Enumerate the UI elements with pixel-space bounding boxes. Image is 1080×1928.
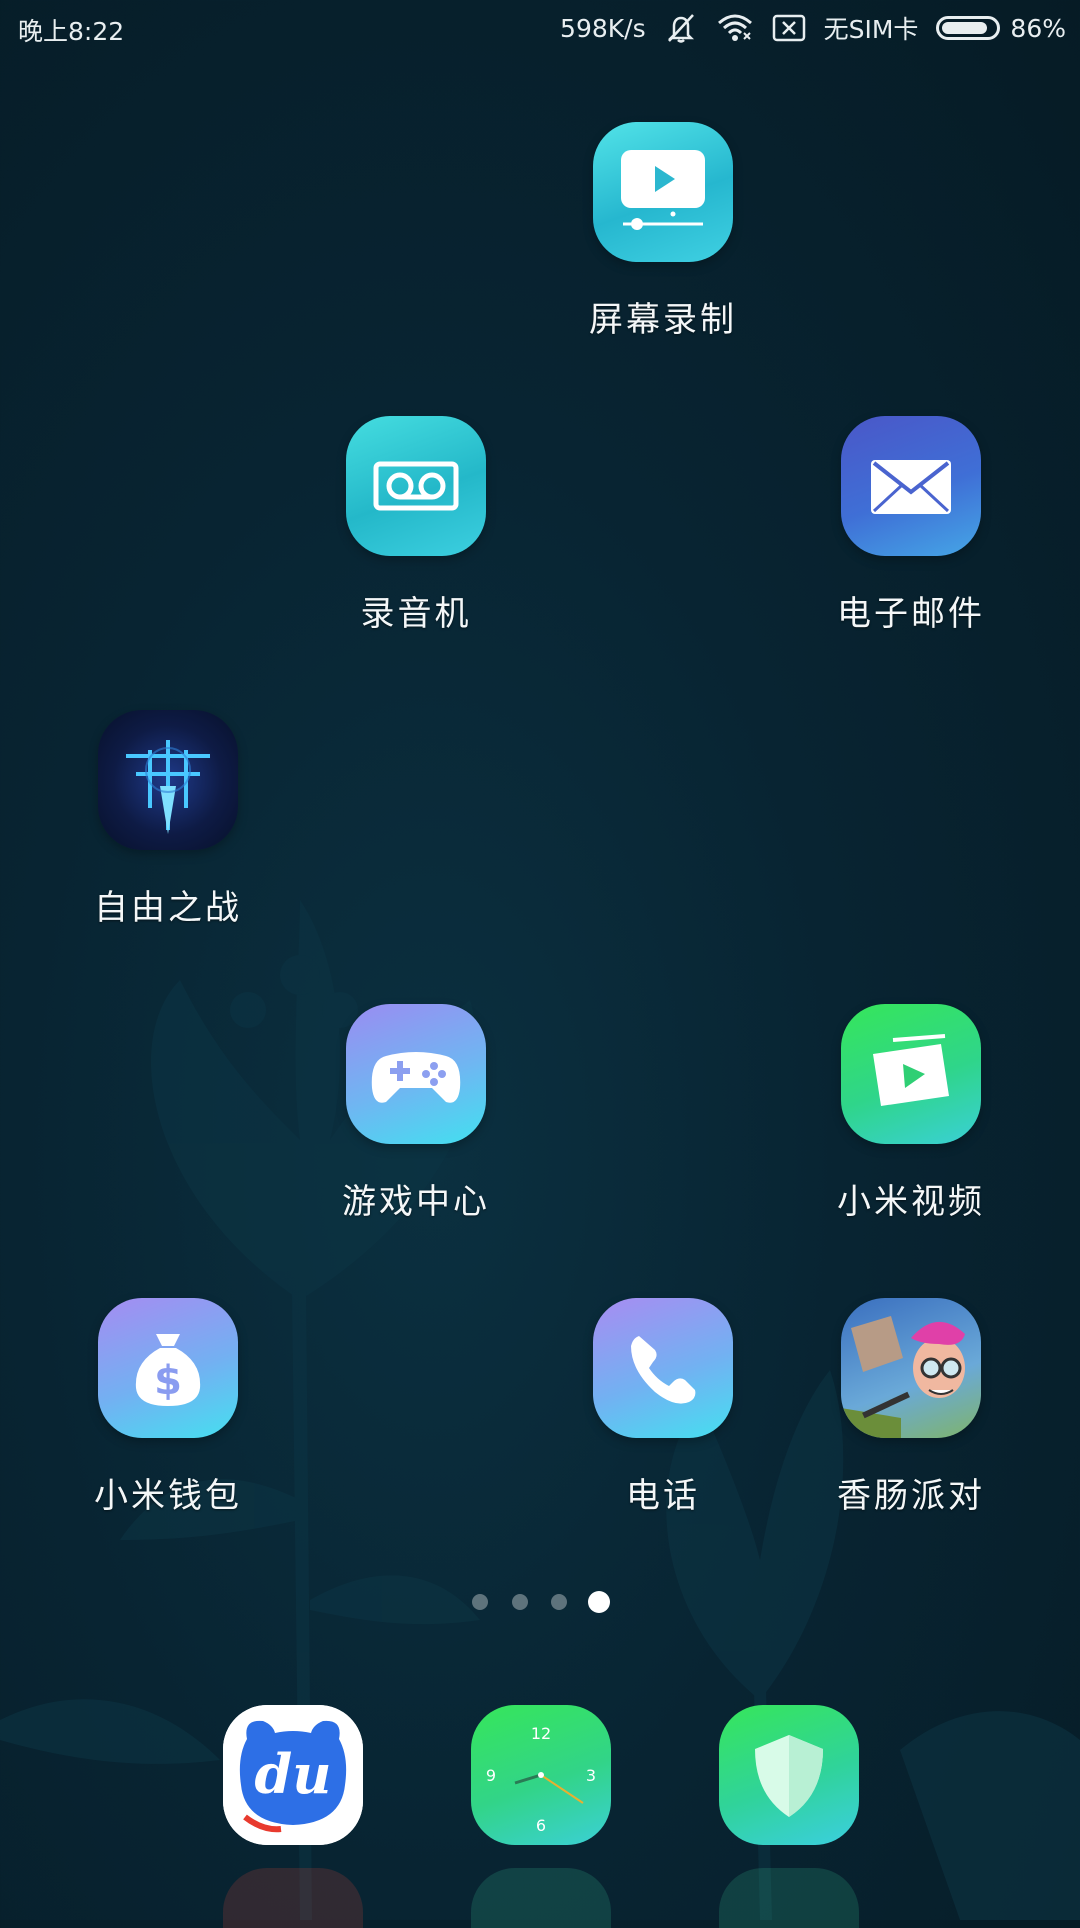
baidu-app-icon: du [223,1705,363,1845]
page-dot[interactable] [512,1594,528,1610]
app-label: 录音机 [360,594,472,634]
baidu-logo-text: du [254,1742,331,1806]
app-label: 小米视频 [837,1182,985,1222]
dock-baidu-app[interactable]: du [223,1705,363,1845]
security-shield-icon [755,1735,823,1817]
wifi-icon [716,13,754,43]
app-phone[interactable]: 电话 [563,1298,763,1517]
app-label: 游戏中心 [342,1182,490,1222]
game-sword-emblem-icon [98,710,238,850]
battery-icon [936,16,1001,40]
screen-record-icon [593,122,733,262]
network-speed: 598K/s [560,13,646,43]
clock-icon: 12 3 6 9 [486,1724,596,1835]
app-screen-record[interactable]: 屏幕录制 [563,122,763,341]
voicemail-tape-icon [346,416,486,556]
gamepad-icon [346,1004,486,1144]
app-sausage-party[interactable]: 香肠派对 [811,1298,1011,1517]
app-recorder[interactable]: 录音机 [316,416,516,635]
battery-indicator: 86% [936,14,1066,43]
battery-percent: 86% [1010,13,1066,43]
dock-reflection [471,1868,611,1928]
sim-status: 无SIM卡 [823,15,919,44]
cartoon-character-icon [841,1298,981,1438]
app-email[interactable]: 电子邮件 [811,416,1011,635]
app-label: 自由之战 [94,888,242,928]
mute-bell-icon [664,11,698,45]
wallpaper-background [0,900,1080,1920]
page-dot[interactable] [472,1594,488,1610]
svg-text:$: $ [154,1358,182,1404]
status-time: 晚上8:22 [18,17,125,46]
app-label: 香肠派对 [837,1476,985,1516]
envelope-icon [841,416,981,556]
app-mi-wallet[interactable]: $ 小米钱包 [68,1298,268,1517]
dock-reflection [719,1868,859,1928]
app-label: 屏幕录制 [589,300,737,340]
clock-num-9: 9 [486,1766,496,1785]
clock-num-12: 12 [531,1724,551,1743]
dock-clock-app[interactable]: 12 3 6 9 [471,1705,611,1845]
video-play-icon [841,1004,981,1144]
app-label: 小米钱包 [94,1476,242,1516]
dock-reflection [223,1868,363,1928]
app-label: 电话 [626,1476,700,1516]
clock-num-6: 6 [536,1816,546,1835]
money-bag-icon: $ [98,1298,238,1438]
phone-handset-icon [593,1298,733,1438]
page-dot[interactable] [551,1594,567,1610]
no-sim-icon [772,13,806,43]
status-bar: 晚上8:22 598K/s 无SIM卡 86% [0,0,1080,58]
app-freedom-war[interactable]: 自由之战 [68,710,268,929]
app-mi-video[interactable]: 小米视频 [811,1004,1011,1223]
page-dot-active[interactable] [588,1591,610,1613]
clock-num-3: 3 [586,1766,596,1785]
app-label: 电子邮件 [837,594,985,634]
dock-security-app[interactable] [719,1705,859,1845]
app-game-center[interactable]: 游戏中心 [316,1004,516,1223]
